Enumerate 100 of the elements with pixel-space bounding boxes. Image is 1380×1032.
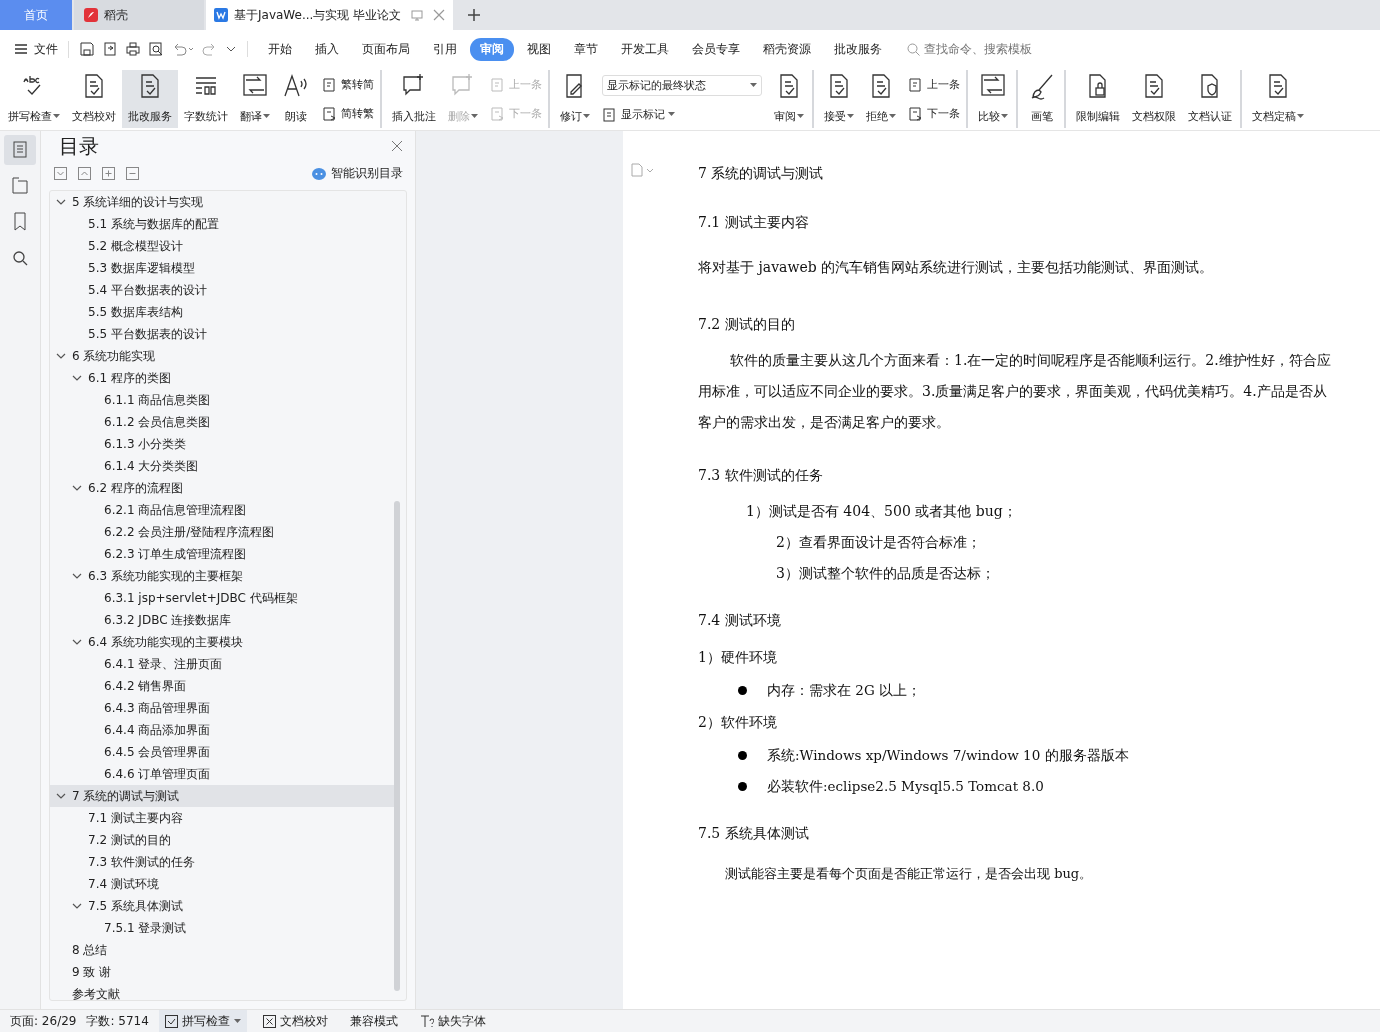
ribbon-button[interactable]: 画笔 bbox=[1022, 70, 1066, 128]
proofread-button[interactable]: 文档校对 bbox=[256, 1012, 334, 1030]
ribbon-button[interactable]: 批改服务 bbox=[122, 70, 178, 128]
toc-item[interactable]: 7.5.1 登录测试 bbox=[50, 917, 394, 939]
ribbon-tab[interactable]: 开发工具 bbox=[611, 37, 679, 61]
toc-item[interactable]: 6.3.1 jsp+servlet+JDBC 代码框架 bbox=[50, 587, 394, 609]
toc-item[interactable]: 6.2.2 会员注册/登陆程序流程图 bbox=[50, 521, 394, 543]
compat-mode-button[interactable]: 兼容模式 bbox=[343, 1012, 404, 1030]
paragraph-menu-icon[interactable] bbox=[631, 163, 655, 177]
ribbon-tab[interactable]: 会员专享 bbox=[682, 37, 750, 61]
toc-item[interactable]: 7.1 测试主要内容 bbox=[50, 807, 394, 829]
ribbon-tab[interactable]: 稻壳资源 bbox=[753, 37, 821, 61]
toc-item[interactable]: 6.4.6 订单管理页面 bbox=[50, 763, 394, 785]
toc-item[interactable]: 6.4.3 商品管理界面 bbox=[50, 697, 394, 719]
ribbon-small-button[interactable]: 繁转简 bbox=[322, 76, 374, 93]
toc-item[interactable]: 5.3 数据库逻辑模型 bbox=[50, 257, 394, 279]
toc-item[interactable]: 5 系统详细的设计与实现 bbox=[50, 191, 394, 213]
toc-item[interactable]: 6.2 程序的流程图 bbox=[50, 477, 394, 499]
chevron-icon[interactable] bbox=[56, 351, 66, 361]
markup-state-dropdown[interactable]: 显示标记的最终状态 bbox=[602, 75, 762, 97]
ribbon-button[interactable]: 修订 bbox=[554, 70, 596, 128]
toc-item[interactable]: 5.4 平台数据表的设计 bbox=[50, 279, 394, 301]
ribbon-tab[interactable]: 页面布局 bbox=[352, 37, 420, 61]
chevron-icon[interactable] bbox=[72, 483, 82, 493]
toc-item[interactable]: 6.1.4 大分类类图 bbox=[50, 455, 394, 477]
toc-item[interactable]: 6 系统功能实现 bbox=[50, 345, 394, 367]
ribbon-button[interactable]: 翻译 bbox=[234, 70, 276, 128]
toc-item[interactable]: 7.2 测试的目的 bbox=[50, 829, 394, 851]
ribbon-button[interactable]: 插入批注 bbox=[386, 70, 442, 128]
chevron-icon[interactable] bbox=[56, 791, 66, 801]
ribbon-button[interactable]: 比较 bbox=[972, 70, 1018, 128]
toc-item[interactable]: 6.1 程序的类图 bbox=[50, 367, 394, 389]
ribbon-button[interactable]: 接受 bbox=[818, 70, 860, 128]
add-tab-icon[interactable] bbox=[467, 8, 482, 22]
add-icon[interactable] bbox=[102, 167, 115, 180]
ribbon-tab[interactable]: 视图 bbox=[517, 37, 561, 61]
show-markup-button[interactable]: 显示标记 bbox=[602, 106, 762, 123]
ribbon-small-button[interactable]: 简转繁 bbox=[322, 105, 374, 122]
toc-item[interactable]: 5.5 平台数据表的设计 bbox=[50, 323, 394, 345]
chevron-icon[interactable] bbox=[72, 571, 82, 581]
ribbon-tab[interactable]: 批改服务 bbox=[824, 37, 892, 61]
ribbon-tab[interactable]: 章节 bbox=[564, 37, 608, 61]
toc-item[interactable]: 6.4.1 登录、注册页面 bbox=[50, 653, 394, 675]
chevron-icon[interactable] bbox=[72, 373, 82, 383]
toc-item[interactable]: 5.1 系统与数据库的配置 bbox=[50, 213, 394, 235]
toc-item[interactable]: 6.1.3 小分类类 bbox=[50, 433, 394, 455]
ribbon-button[interactable]: 拼写检查 bbox=[2, 70, 66, 128]
ribbon-button[interactable]: 审阅 bbox=[768, 70, 814, 128]
command-search-field[interactable]: 查找命令、搜索模板 bbox=[924, 42, 1064, 56]
toc-item[interactable]: 7.5 系统具体测试 bbox=[50, 895, 394, 917]
spell-check-button[interactable]: 拼写检查 bbox=[158, 1010, 247, 1032]
save-icon[interactable] bbox=[79, 41, 95, 57]
toc-item[interactable]: 6.2.3 订单生成管理流程图 bbox=[50, 543, 394, 565]
ribbon-button[interactable]: 拒绝 bbox=[860, 70, 902, 128]
ribbon-button[interactable]: 朗读 bbox=[276, 70, 316, 128]
toc-item[interactable]: 7 系统的调试与测试 bbox=[50, 785, 394, 807]
ribbon-tab[interactable]: 引用 bbox=[423, 37, 467, 61]
toc-item[interactable]: 6.4.5 会员管理界面 bbox=[50, 741, 394, 763]
ribbon-button[interactable]: 文档权限 bbox=[1126, 70, 1182, 128]
document-tab[interactable]: 稻壳 bbox=[74, 0, 204, 30]
toc-item[interactable]: 6.4 系统功能实现的主要模块 bbox=[50, 631, 394, 653]
smart-toc-button[interactable]: 智能识别目录 bbox=[312, 165, 403, 182]
ribbon-small-button[interactable]: 下一条 bbox=[908, 105, 960, 122]
ribbon-button[interactable]: 限制编辑 bbox=[1070, 70, 1126, 128]
chevron-icon[interactable] bbox=[72, 637, 82, 647]
collapse-all-icon[interactable] bbox=[78, 167, 91, 180]
ribbon-tab[interactable]: 插入 bbox=[305, 37, 349, 61]
ribbon-button[interactable]: 文档认证 bbox=[1182, 70, 1242, 128]
toc-item[interactable]: 5.2 概念模型设计 bbox=[50, 235, 394, 257]
toc-item[interactable]: 6.1.2 会员信息类图 bbox=[50, 411, 394, 433]
toc-item[interactable]: 6.4.2 销售界面 bbox=[50, 675, 394, 697]
ribbon-tab[interactable]: 开始 bbox=[258, 37, 302, 61]
toc-item[interactable]: 7.3 软件测试的任务 bbox=[50, 851, 394, 873]
toc-item[interactable]: 6.3.2 JDBC 连接数据库 bbox=[50, 609, 394, 631]
missing-fonts-button[interactable]: 缺失字体 bbox=[413, 1012, 492, 1030]
chevron-icon[interactable] bbox=[56, 197, 66, 207]
toc-item[interactable]: 8 总结 bbox=[50, 939, 394, 961]
print-preview-icon[interactable] bbox=[148, 41, 164, 57]
remove-icon[interactable] bbox=[126, 167, 139, 180]
close-icon[interactable] bbox=[433, 9, 446, 21]
ribbon-button[interactable]: 文档定稿 bbox=[1246, 70, 1310, 128]
ribbon-button[interactable]: 文档校对 bbox=[66, 70, 122, 128]
chevron-icon[interactable] bbox=[72, 901, 82, 911]
toc-item[interactable]: 6.2.1 商品信息管理流程图 bbox=[50, 499, 394, 521]
file-menu-button[interactable]: 文件 bbox=[14, 40, 69, 58]
document-tab[interactable]: 基于JavaWe...与实现 毕业论文 bbox=[206, 0, 454, 30]
toc-item[interactable]: 6.3 系统功能实现的主要框架 bbox=[50, 565, 394, 587]
toc-item[interactable]: 7.4 测试环境 bbox=[50, 873, 394, 895]
toc-item[interactable]: 5.5 数据库表结构 bbox=[50, 301, 394, 323]
expand-all-icon[interactable] bbox=[54, 167, 67, 180]
toc-item[interactable]: 6.1.1 商品信息类图 bbox=[50, 389, 394, 411]
close-icon[interactable] bbox=[391, 140, 403, 152]
export-icon[interactable] bbox=[102, 41, 118, 57]
toc-item[interactable]: 9 致 谢 bbox=[50, 961, 394, 983]
toc-item[interactable]: 参考文献 bbox=[50, 983, 394, 1005]
toc-icon[interactable] bbox=[4, 135, 36, 165]
scrollbar-thumb[interactable] bbox=[394, 501, 400, 991]
toc-item[interactable]: 6.4.4 商品添加界面 bbox=[50, 719, 394, 741]
ribbon-button[interactable]: 字数统计 bbox=[178, 70, 234, 128]
ribbon-small-button[interactable]: 上一条 bbox=[908, 76, 960, 93]
